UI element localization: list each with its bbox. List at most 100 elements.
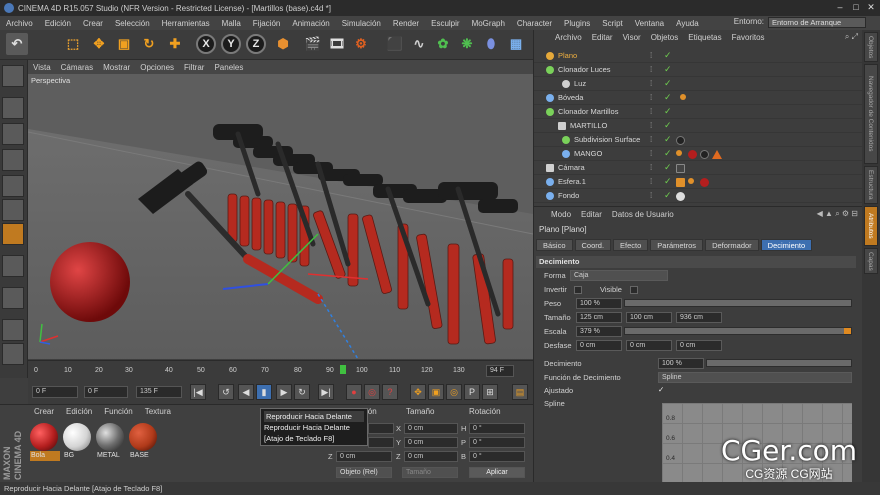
material-menu-textura[interactable]: Textura: [139, 407, 177, 416]
object-row-clonador-luces[interactable]: Clonador Luces ⁞ ✓: [534, 63, 863, 77]
viewport-menu-paneles[interactable]: Paneles: [209, 63, 248, 72]
record-pla-button[interactable]: ⊞: [482, 384, 498, 400]
menu-ayuda[interactable]: Ayuda: [670, 19, 705, 28]
cloner-icon[interactable]: ❋: [456, 33, 478, 55]
menu-esculpir[interactable]: Esculpir: [425, 19, 465, 28]
model-mode-icon[interactable]: [2, 97, 24, 119]
tamano-y-field[interactable]: 100 cm: [626, 312, 672, 323]
object-menu-favoritos[interactable]: Favoritos: [727, 33, 770, 42]
enabled-check[interactable]: ✓: [664, 134, 672, 145]
visible-checkbox[interactable]: [630, 286, 638, 294]
menu-edicion[interactable]: Edición: [39, 19, 77, 28]
object-menu-editar[interactable]: Editar: [587, 33, 618, 42]
z-axis-button[interactable]: Z: [246, 34, 266, 54]
object-row-plano[interactable]: Plano ⁞ ✓: [534, 49, 863, 63]
render-view-icon[interactable]: 🎬: [302, 33, 324, 55]
visibility-dots[interactable]: ⁞: [650, 121, 660, 131]
material-tag-icon[interactable]: [676, 136, 685, 145]
entorno-select[interactable]: Entorno de Arranque: [768, 17, 866, 28]
menu-fijacion[interactable]: Fijación: [247, 19, 287, 28]
attribute-nav-icons[interactable]: ◀ ▲ ⌕ ⚙ ⊟: [817, 209, 858, 219]
material-tag-icon[interactable]: [676, 192, 685, 201]
visibility-dots[interactable]: ⁞: [650, 149, 660, 159]
goto-start-button[interactable]: |◀: [190, 384, 206, 400]
vtab-objetos[interactable]: Objetos: [864, 32, 878, 62]
spline-pen-icon[interactable]: ∿: [408, 33, 430, 55]
tag-icon[interactable]: [676, 150, 682, 156]
enabled-check[interactable]: ✓: [664, 162, 672, 173]
enabled-check[interactable]: ✓: [664, 50, 672, 61]
vtab-atributos[interactable]: Atributos: [864, 206, 878, 246]
make-editable-icon[interactable]: [2, 65, 24, 87]
menu-character[interactable]: Character: [511, 19, 558, 28]
viewport-menu-opciones[interactable]: Opciones: [135, 63, 179, 72]
move-tool-icon[interactable]: ✥: [88, 33, 110, 55]
render-picture-viewer-icon[interactable]: 🎞: [326, 33, 348, 55]
size-z-field[interactable]: 0 cm: [404, 451, 458, 462]
tag-icon[interactable]: [676, 178, 685, 187]
object-search-icon[interactable]: ⌕ ⤢: [845, 32, 858, 42]
recent-tool-icon[interactable]: ✚: [164, 33, 186, 55]
current-frame-field[interactable]: 0 F: [32, 386, 78, 398]
size-y-field[interactable]: 0 cm: [404, 437, 458, 448]
record-rotation-button[interactable]: ◎: [446, 384, 462, 400]
record-position-button[interactable]: ✥: [410, 384, 426, 400]
object-row-martillo[interactable]: MARTILLO ⁞ ✓: [534, 119, 863, 133]
menu-seleccion[interactable]: Selección: [109, 19, 156, 28]
object-row-subdivision-surface[interactable]: Subdivision Surface ⁞ ✓: [534, 133, 863, 147]
forma-select[interactable]: Caja: [570, 270, 668, 281]
vtab-navegador[interactable]: Navegador de Contenidos: [864, 64, 878, 164]
desfase-x-field[interactable]: 0 cm: [576, 340, 622, 351]
previous-frame-button[interactable]: ◀: [238, 384, 254, 400]
tab-parametros[interactable]: Parámetros: [650, 239, 704, 251]
tab-deformador[interactable]: Deformador: [705, 239, 759, 251]
menu-herramientas[interactable]: Herramientas: [156, 19, 216, 28]
maximize-button[interactable]: □: [850, 2, 862, 13]
menu-ventana[interactable]: Ventana: [629, 19, 670, 28]
menu-crear[interactable]: Crear: [77, 19, 109, 28]
goto-end-button[interactable]: ▶|: [318, 384, 334, 400]
enabled-check[interactable]: ✓: [664, 176, 672, 187]
vtab-capas[interactable]: Capas: [864, 248, 878, 274]
scale-tool-icon[interactable]: ▣: [113, 33, 135, 55]
viewport-menu-vista[interactable]: Vista: [28, 63, 56, 72]
grid-icon[interactable]: [2, 343, 24, 365]
visibility-dots[interactable]: ⁞: [650, 93, 660, 103]
rotate-tool-icon[interactable]: ↻: [138, 33, 160, 55]
enabled-check[interactable]: ✓: [664, 92, 672, 103]
visibility-dots[interactable]: ⁞: [650, 191, 660, 201]
tag-icon[interactable]: [688, 178, 694, 184]
workplane-mode-icon[interactable]: [2, 149, 24, 171]
tab-basico[interactable]: Básico: [536, 239, 573, 251]
material-menu-crear[interactable]: Crear: [28, 407, 60, 416]
play-forward-button[interactable]: ▮: [256, 384, 272, 400]
funcion-select[interactable]: Spline: [658, 372, 852, 383]
material-menu-funcion[interactable]: Función: [98, 407, 138, 416]
object-menu-etiquetas[interactable]: Etiquetas: [683, 33, 726, 42]
enabled-check[interactable]: ✓: [664, 120, 672, 131]
object-menu-visor[interactable]: Visor: [618, 33, 646, 42]
object-row-fondo[interactable]: Fondo ⁞ ✓: [534, 189, 863, 203]
warning-tag-icon[interactable]: [712, 150, 722, 159]
peso-field[interactable]: 100 %: [576, 298, 622, 309]
polygon-mode-icon[interactable]: [2, 223, 24, 245]
viewport-menu-filtrar[interactable]: Filtrar: [179, 63, 209, 72]
enabled-check[interactable]: ✓: [664, 148, 672, 159]
menu-malla[interactable]: Malla: [216, 19, 247, 28]
material-menu-edicion[interactable]: Edición: [60, 407, 98, 416]
tab-efecto[interactable]: Efecto: [613, 239, 649, 251]
tab-decimiento[interactable]: Decimiento: [760, 239, 813, 251]
menu-archivo[interactable]: Archivo: [0, 19, 39, 28]
object-row-clonador-martillos[interactable]: Clonador Martillos ⁞ ✓: [534, 105, 863, 119]
visibility-dots[interactable]: ⁞: [650, 107, 660, 117]
timeline-ruler[interactable]: 0 10 20 30 40 50 60 70 80 90 100 110 120…: [28, 360, 533, 380]
position-x-field[interactable]: [368, 423, 394, 434]
escala-slider[interactable]: [624, 327, 852, 335]
start-frame-field[interactable]: 0 F: [84, 386, 128, 398]
subdivision-surface-icon[interactable]: ✿: [432, 33, 454, 55]
object-row-camara[interactable]: Cámara ⁞ ✓: [534, 161, 863, 175]
size-mode-select[interactable]: Tamaño: [402, 467, 458, 478]
tamano-z-field[interactable]: 936 cm: [676, 312, 722, 323]
tab-coord[interactable]: Coord.: [574, 239, 612, 251]
visibility-dots[interactable]: ⁞: [650, 135, 660, 145]
